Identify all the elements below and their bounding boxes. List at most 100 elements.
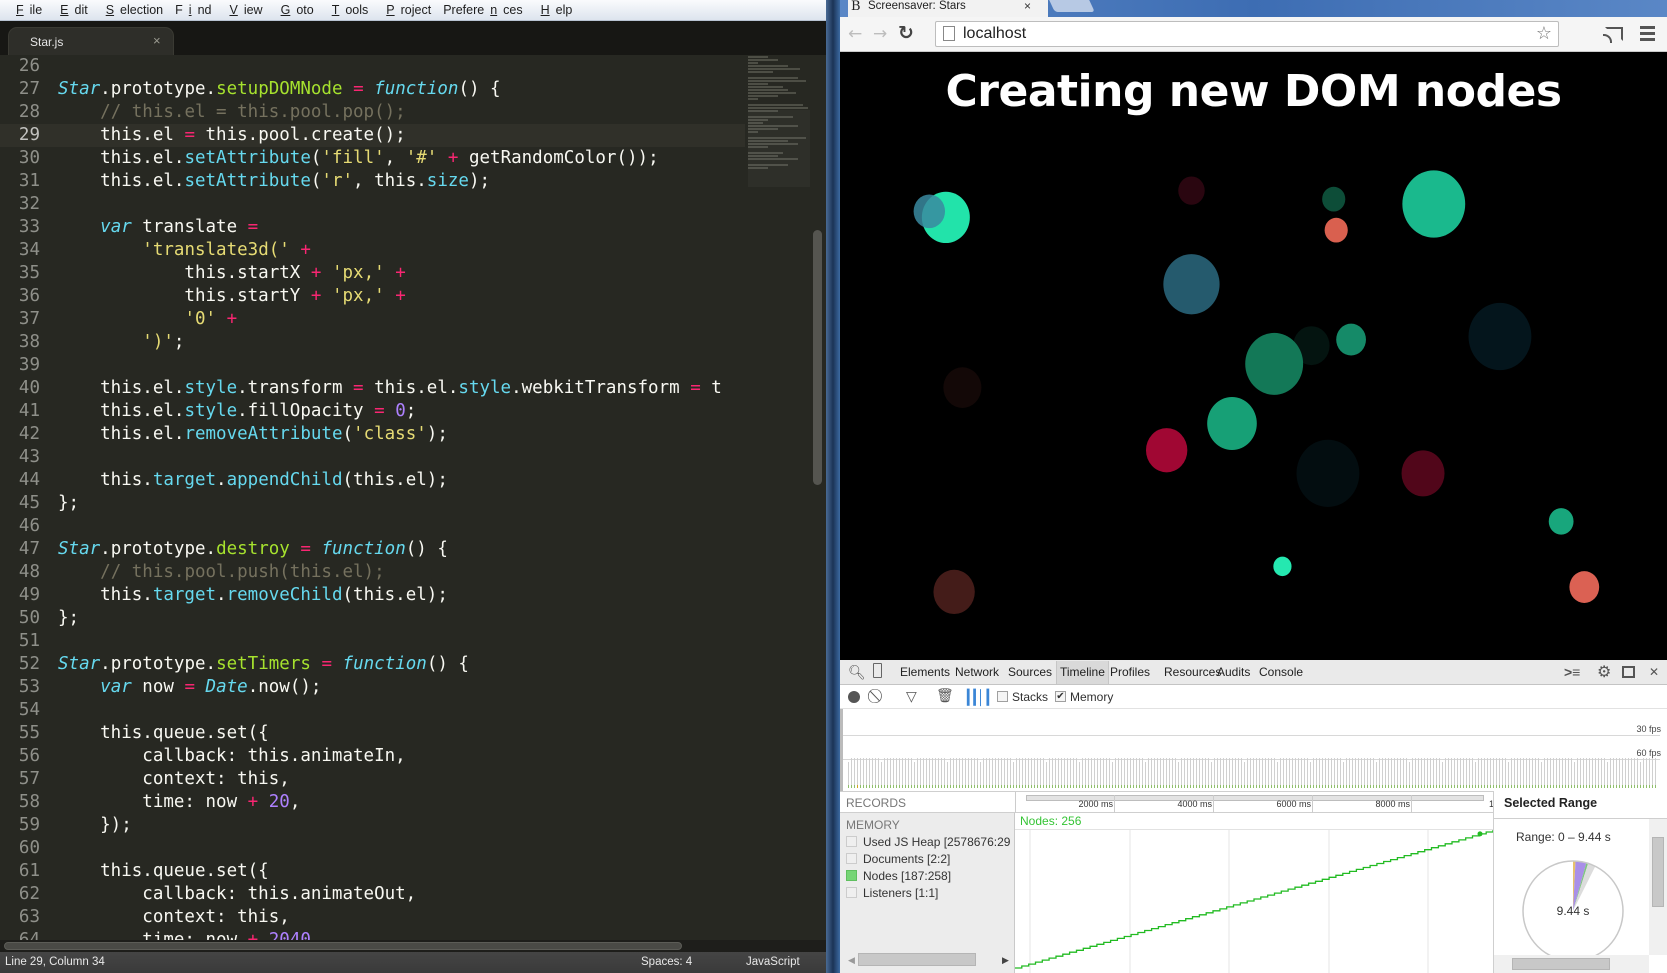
memory-counter[interactable]: Used JS Heap [2578676:2910 bbox=[846, 835, 1011, 851]
devtools-tab-console[interactable]: Console bbox=[1259, 665, 1303, 679]
counter-checkbox[interactable] bbox=[846, 887, 857, 898]
horizontal-scrollbar[interactable] bbox=[1512, 958, 1610, 970]
code-line[interactable]: 37 '0' + bbox=[0, 308, 745, 331]
devtools-tab-audits[interactable]: Audits bbox=[1217, 665, 1250, 679]
code-line[interactable]: 32 bbox=[0, 193, 745, 216]
back-arrow-icon[interactable]: ← bbox=[848, 24, 862, 44]
code-line[interactable]: 41 this.el.style.fillOpacity = 0; bbox=[0, 400, 745, 423]
code-line[interactable]: 39 bbox=[0, 354, 745, 377]
memory-counter[interactable]: Listeners [1:1] bbox=[846, 886, 1011, 902]
code-line[interactable]: 36 this.startY + 'px,' + bbox=[0, 285, 745, 308]
menu-project[interactable]: Project bbox=[374, 3, 437, 17]
memory-checkbox[interactable]: ✔ bbox=[1055, 691, 1066, 702]
code-line[interactable]: 43 bbox=[0, 446, 745, 469]
code-line[interactable]: 38 ')'; bbox=[0, 331, 745, 354]
close-devtools-icon[interactable]: ✕ bbox=[1649, 665, 1659, 679]
code-line[interactable]: 62 callback: this.animateOut, bbox=[0, 883, 745, 906]
code-line[interactable]: 35 this.startX + 'px,' + bbox=[0, 262, 745, 285]
code-line[interactable]: 55 this.queue.set({ bbox=[0, 722, 745, 745]
code-line[interactable]: 54 bbox=[0, 699, 745, 722]
counter-checkbox[interactable] bbox=[846, 836, 857, 847]
code-line[interactable]: 50}; bbox=[0, 607, 745, 630]
vertical-scrollbar[interactable] bbox=[1652, 837, 1664, 907]
minimap-viewport[interactable] bbox=[748, 110, 810, 187]
sidebar-horizontal-scrollbar[interactable] bbox=[858, 953, 976, 966]
settings-gear-icon[interactable]: ⚙ bbox=[1597, 662, 1611, 682]
memory-counter[interactable]: Nodes [187:258] bbox=[846, 869, 1011, 885]
close-tab-icon[interactable]: × bbox=[1024, 0, 1031, 13]
device-mode-icon[interactable] bbox=[873, 663, 882, 678]
code-line[interactable]: 56 callback: this.animateIn, bbox=[0, 745, 745, 768]
memory-counter[interactable]: Documents [2:2] bbox=[846, 852, 1011, 868]
code-line[interactable]: 42 this.el.removeAttribute('class'); bbox=[0, 423, 745, 446]
code-line[interactable]: 57 context: this, bbox=[0, 768, 745, 791]
code-line[interactable]: 46 bbox=[0, 515, 745, 538]
code-line[interactable]: 44 this.target.appendChild(this.el); bbox=[0, 469, 745, 492]
record-icon[interactable] bbox=[848, 691, 860, 703]
menu-edit[interactable]: Edit bbox=[48, 3, 94, 17]
code-line[interactable]: 52 Star.prototype.setTimers = function() … bbox=[0, 653, 745, 676]
frames-view-icon[interactable]: ┃┃│┃ bbox=[964, 689, 992, 706]
code-line[interactable]: 26 bbox=[0, 55, 745, 78]
file-tab-star-js[interactable]: Star.js × bbox=[8, 27, 174, 55]
close-tab-icon[interactable]: × bbox=[153, 33, 161, 48]
code-line[interactable]: 60 bbox=[0, 837, 745, 860]
scroll-right-arrow-icon[interactable]: ▶ bbox=[1002, 955, 1009, 966]
devtools-tab-timeline[interactable]: Timeline bbox=[1056, 661, 1109, 684]
code-line[interactable]: 61 this.queue.set({ bbox=[0, 860, 745, 883]
code-view[interactable]: 26 27 Star.prototype.setupDOMNode = functi… bbox=[0, 55, 745, 940]
code-line[interactable]: 53 var now = Date.now(); bbox=[0, 676, 745, 699]
syntax-setting[interactable]: JavaScript bbox=[746, 952, 800, 973]
code-line[interactable]: 27 Star.prototype.setupDOMNode = function… bbox=[0, 78, 745, 101]
chrome-menu-icon[interactable] bbox=[1640, 26, 1655, 44]
devtools-tab-profiles[interactable]: Profiles bbox=[1110, 665, 1150, 679]
code-line[interactable]: 40 this.el.style.transform = this.el.sty… bbox=[0, 377, 745, 400]
menu-find[interactable]: Fi nd bbox=[169, 3, 217, 17]
scroll-left-arrow-icon[interactable]: ◀ bbox=[848, 955, 855, 966]
devtools-tab-elements[interactable]: Elements bbox=[900, 665, 950, 679]
menu-file[interactable]: File bbox=[4, 3, 48, 17]
devtools-tab-sources[interactable]: Sources bbox=[1008, 665, 1052, 679]
browser-tab[interactable]: B Screensaver: Stars × bbox=[848, 0, 1048, 17]
address-bar[interactable]: localhost ☆ bbox=[935, 21, 1559, 47]
menu-goto[interactable]: Goto bbox=[269, 3, 320, 17]
bookmark-star-icon[interactable]: ☆ bbox=[1536, 23, 1552, 44]
code-line[interactable]: 59 }); bbox=[0, 814, 745, 837]
code-line[interactable]: 63 context: this, bbox=[0, 906, 745, 929]
dock-side-icon[interactable] bbox=[1622, 666, 1635, 678]
code-line[interactable]: 30 this.el.setAttribute('fill', '#' + ge… bbox=[0, 147, 745, 170]
timeline-overview[interactable]: 30 fps 60 fps bbox=[840, 709, 1667, 791]
menu-help[interactable]: Help bbox=[529, 3, 579, 17]
horizontal-scrollbar[interactable] bbox=[4, 942, 682, 950]
code-line[interactable]: 45}; bbox=[0, 492, 745, 515]
menu-view[interactable]: View bbox=[217, 3, 268, 17]
indentation-setting[interactable]: Spaces: 4 bbox=[641, 952, 692, 973]
code-line[interactable]: 49 this.target.removeChild(this.el); bbox=[0, 584, 745, 607]
memory-graph[interactable]: Nodes: 256 bbox=[1015, 813, 1493, 973]
code-line[interactable]: 33 var translate = bbox=[0, 216, 745, 239]
devtools-tab-resources[interactable]: Resources bbox=[1164, 665, 1221, 679]
filter-icon[interactable]: ▽ bbox=[906, 688, 917, 705]
code-line[interactable]: 34 'translate3d(' + bbox=[0, 239, 745, 262]
reload-icon[interactable]: ↻ bbox=[898, 22, 914, 44]
forward-arrow-icon[interactable]: → bbox=[873, 24, 887, 44]
stacks-checkbox[interactable] bbox=[997, 691, 1008, 702]
url-text[interactable]: localhost bbox=[963, 25, 1026, 43]
new-tab-button[interactable] bbox=[1049, 0, 1095, 12]
code-line[interactable]: 28 // this.el = this.pool.pop(); bbox=[0, 101, 745, 124]
console-drawer-icon[interactable]: >≡ bbox=[1564, 664, 1580, 680]
code-line[interactable]: 64 time: now + 2040 bbox=[0, 929, 745, 940]
code-line[interactable]: 47 Star.prototype.destroy = function() { bbox=[0, 538, 745, 561]
devtools-tab-network[interactable]: Network bbox=[955, 665, 999, 679]
code-line[interactable]: 31 this.el.setAttribute('r', this.size); bbox=[0, 170, 745, 193]
counter-checkbox[interactable] bbox=[846, 853, 857, 864]
menu-preferences[interactable]: Prefere n ces bbox=[437, 3, 528, 17]
minimap[interactable] bbox=[748, 55, 810, 245]
code-line[interactable]: 29 this.el = this.pool.create(); bbox=[0, 124, 745, 147]
menu-selection[interactable]: Selection bbox=[94, 3, 169, 17]
code-line[interactable]: 51 bbox=[0, 630, 745, 653]
counter-checkbox[interactable] bbox=[846, 870, 857, 881]
garbage-collect-icon[interactable]: 🗑︎ bbox=[936, 687, 954, 704]
code-line[interactable]: 58 time: now + 20, bbox=[0, 791, 745, 814]
cast-icon[interactable] bbox=[1603, 27, 1623, 43]
